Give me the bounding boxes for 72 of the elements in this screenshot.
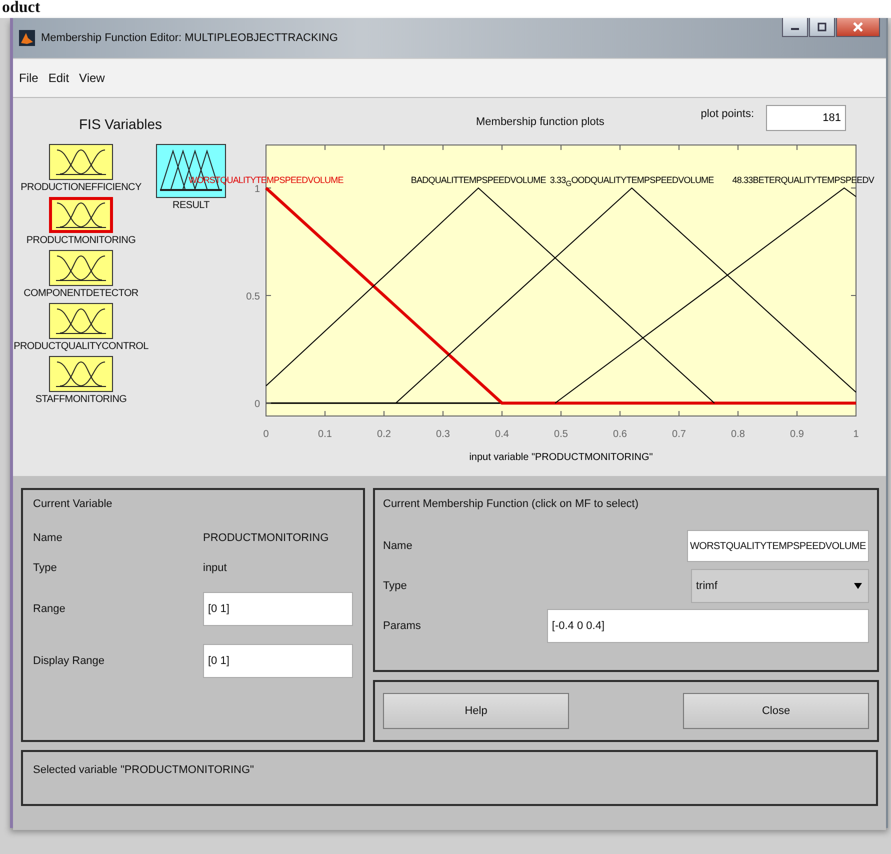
close-button[interactable] (836, 18, 880, 37)
display-range-field[interactable]: [0 1] (203, 644, 353, 678)
curve-label[interactable]: 3.33$_{G}$OODQUALITYTEMPSPEEDVOLUME (550, 175, 714, 188)
tick-label: 0.5 (554, 429, 568, 440)
bell-curves-icon (54, 253, 108, 283)
bell-curves-icon (54, 359, 108, 389)
field-label: Params (383, 620, 421, 632)
input-variable-box[interactable] (48, 250, 113, 286)
dialog-button[interactable]: Help (383, 693, 569, 729)
variable-label: COMPONENTDETECTOR (24, 288, 138, 299)
tick-label: 0.3 (436, 429, 450, 440)
variable-label: STAFFMONITORING (35, 394, 127, 405)
bell-curves-icon (54, 306, 108, 336)
variable-label: PRODUCTIONEFFICIENCY (20, 182, 142, 193)
field-label: Type (383, 580, 407, 592)
status-text: Selected variable "PRODUCTMONITORING" (33, 764, 254, 776)
input-variable-box[interactable] (49, 144, 113, 180)
tick-label: 1 (853, 429, 859, 440)
membership-curve[interactable] (264, 186, 856, 405)
minimize-button[interactable] (782, 18, 808, 37)
curve-label[interactable]: BADQUALITTEMPSPEEDVOLUME (410, 175, 546, 186)
field-label: Type (33, 562, 58, 574)
field-label: Range (33, 603, 66, 615)
plot-title: Membership function plots (476, 116, 604, 128)
mf-type-dropdown[interactable]: trimf (691, 569, 869, 603)
tick-label: 0.7 (672, 429, 686, 440)
mf-name-field[interactable]: WORSTQUALITYTEMPSPEEDVOLUME (687, 530, 869, 562)
maximize-button[interactable] (809, 18, 835, 37)
menu-item[interactable]: View (79, 71, 105, 85)
panel-title: Current Variable (33, 498, 114, 510)
tick-label: 0.6 (613, 429, 627, 440)
field-label: Name (33, 532, 64, 544)
window-title: Membership Function Editor: MULTIPLEOBJECTTRACKING (41, 32, 338, 44)
maximize-icon (817, 22, 827, 32)
variable-label: RESULT (172, 200, 210, 211)
menu-item[interactable]: Edit (48, 71, 70, 85)
dialog-button[interactable]: Close (683, 693, 869, 729)
caret-icon (854, 583, 862, 589)
tick-label: 0.1 (318, 429, 332, 440)
bell-curves-icon (54, 200, 108, 230)
tick-label: 0.2 (377, 429, 391, 440)
menu-item[interactable]: File (19, 71, 38, 85)
field-label: Display Range (33, 655, 106, 667)
page-text: oduct (0, 0, 891, 18)
membership-curve[interactable] (266, 187, 715, 404)
plot-points-field[interactable]: 181 (766, 105, 846, 131)
bell-curves-icon (54, 147, 108, 177)
axis-label: input variable "PRODUCTMONITORING" (469, 452, 653, 463)
peak-surface-icon (19, 30, 35, 46)
membership-curve[interactable] (554, 187, 856, 404)
field-label: Name (383, 540, 412, 552)
input-variable-box[interactable] (48, 197, 113, 233)
tick-label: 0.4 (495, 429, 509, 440)
range-field[interactable]: [0 1] (203, 592, 353, 626)
variable-label: PRODUCTQUALITYCONTROL (14, 341, 148, 352)
tick-label: 0.8 (731, 429, 745, 440)
panel-title: Current Membership Function (click on MF to select) (383, 498, 640, 510)
variable-type: input (203, 562, 228, 574)
plot-points-label: plot points: (700, 108, 754, 120)
params-field[interactable]: [-0.4 0 0.4] (546, 609, 869, 643)
input-variable-box[interactable] (49, 356, 113, 392)
input-variable-box[interactable] (49, 303, 113, 339)
tick-label: 0 (263, 429, 269, 440)
tick-label: 0 (254, 399, 260, 410)
variable-label: PRODUCTMONITORING (26, 235, 136, 246)
close-icon (852, 21, 864, 33)
tick-label: 0.5 (246, 292, 260, 303)
membership-curve[interactable] (395, 187, 856, 404)
section-title: FIS Variables (79, 116, 163, 132)
tick-label: 0.9 (790, 429, 804, 440)
variable-name: PRODUCTMONITORING (203, 532, 330, 544)
tick-label: 1 (254, 184, 260, 196)
